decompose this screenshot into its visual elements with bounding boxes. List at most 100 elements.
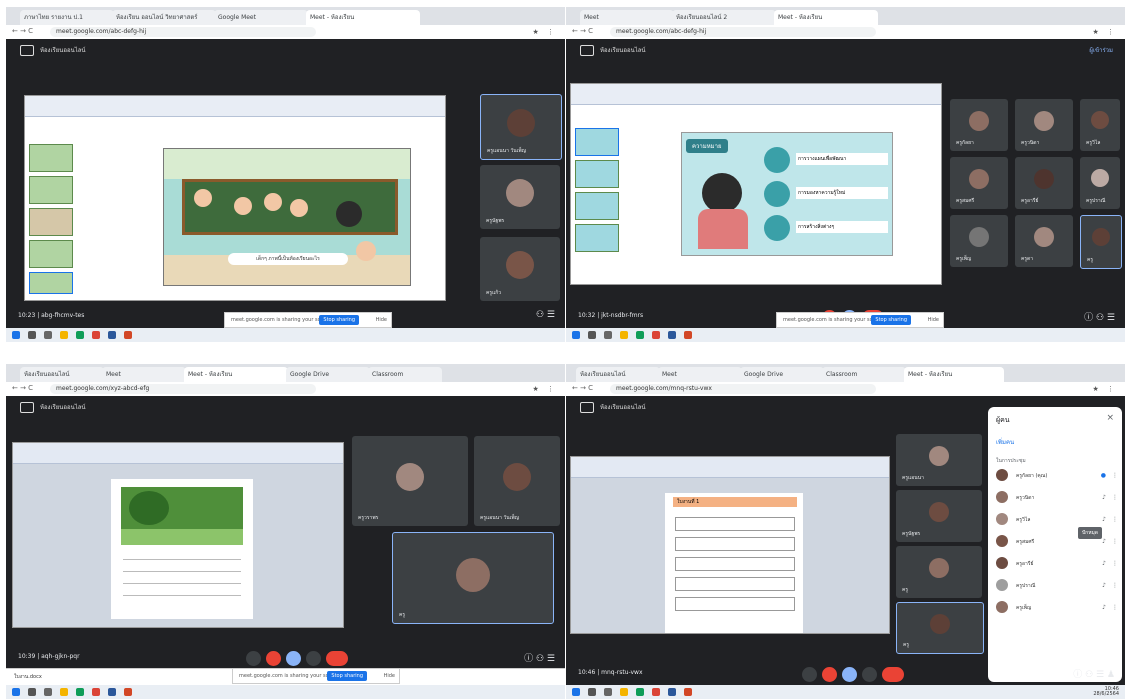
people-icon[interactable]: ⓘ ⚇ ☰ bbox=[1084, 310, 1115, 323]
powerpoint-icon[interactable] bbox=[124, 688, 132, 696]
participant-tile[interactable]: ครูเพ็ญ bbox=[950, 215, 1008, 267]
mic-icon[interactable]: ♪ bbox=[1102, 494, 1106, 501]
word-icon[interactable] bbox=[668, 331, 676, 339]
url-field[interactable]: meet.google.com/abc-defg-hij bbox=[50, 27, 316, 37]
folder-icon[interactable] bbox=[620, 688, 628, 696]
chrome-icon[interactable] bbox=[92, 331, 100, 339]
more-vert-icon[interactable]: ⋮ bbox=[1112, 604, 1118, 611]
mic-icon[interactable]: ♪ bbox=[1102, 560, 1106, 567]
browser-tab[interactable]: Classroom bbox=[822, 367, 906, 382]
participant-tile[interactable]: ครูนัฐพร bbox=[896, 490, 982, 542]
browser-tab[interactable]: Meet bbox=[102, 367, 186, 382]
options-button[interactable] bbox=[862, 667, 877, 682]
browser-tab-active[interactable]: Meet - ห้องเรียน bbox=[184, 367, 288, 382]
participant-tile[interactable]: ครูอารีย์ bbox=[1015, 157, 1073, 209]
participant-tile[interactable]: ครูแอนนา วันเพ็ญ bbox=[480, 94, 562, 160]
nav-arrows-icon[interactable]: ← → C bbox=[572, 27, 593, 35]
edge-icon[interactable] bbox=[76, 688, 84, 696]
browser-tab[interactable]: Google Drive bbox=[740, 367, 824, 382]
participant-tile[interactable]: ครูกัลยา bbox=[950, 99, 1008, 151]
start-icon[interactable] bbox=[572, 331, 580, 339]
mic-icon[interactable]: ♪ bbox=[1102, 516, 1106, 523]
leave-call-button[interactable] bbox=[882, 667, 904, 682]
mic-off-button[interactable] bbox=[822, 667, 837, 682]
more-vert-icon[interactable]: ⋮ bbox=[1112, 472, 1118, 479]
powerpoint-icon[interactable] bbox=[684, 331, 692, 339]
slide-thumb[interactable] bbox=[29, 176, 73, 204]
more-vert-icon[interactable]: ⋮ bbox=[1112, 582, 1118, 589]
participant-row[interactable]: ครูวนิดา ♪ ⋮ bbox=[996, 491, 1120, 505]
edge-icon[interactable] bbox=[636, 331, 644, 339]
more-button[interactable] bbox=[246, 651, 261, 666]
browser-tab-active[interactable]: Meet - ห้องเรียน bbox=[774, 10, 878, 25]
search-icon[interactable] bbox=[588, 331, 596, 339]
participant-tile[interactable]: ครู bbox=[896, 602, 984, 654]
chrome-icon[interactable] bbox=[652, 331, 660, 339]
browser-tab[interactable]: Meet bbox=[658, 367, 742, 382]
participant-row[interactable]: ครูปราณี ♪ ⋮ bbox=[996, 579, 1120, 593]
participant-row[interactable]: ครูเพ็ญ ♪ ⋮ bbox=[996, 601, 1120, 615]
participant-row[interactable]: ครูวิไล ♪ ⋮ bbox=[996, 513, 1120, 527]
chrome-icon[interactable] bbox=[652, 688, 660, 696]
browser-tab[interactable]: ห้องเรียน ออนไลน์ วิทยาศาสตร์ bbox=[112, 10, 216, 25]
url-field[interactable]: meet.google.com/xyz-abcd-efg bbox=[50, 384, 316, 394]
stop-sharing-button[interactable]: Stop sharing bbox=[319, 315, 359, 325]
close-icon[interactable]: × bbox=[1106, 413, 1114, 423]
more-vert-icon[interactable]: ⋮ bbox=[1112, 560, 1118, 567]
start-icon[interactable] bbox=[12, 331, 20, 339]
mic-icon[interactable]: ♪ bbox=[1102, 604, 1106, 611]
nav-arrows-icon[interactable]: ← → C bbox=[12, 384, 33, 392]
browser-tab-active[interactable]: Meet - ห้องเรียน bbox=[904, 367, 1004, 382]
nav-arrows-icon[interactable]: ← → C bbox=[12, 27, 33, 35]
browser-actions-icon[interactable]: ★ ⋮ bbox=[1092, 28, 1117, 36]
browser-tab-active[interactable]: Meet - ห้องเรียน bbox=[306, 10, 420, 25]
people-icon[interactable]: ⚇ ☰ bbox=[536, 310, 555, 320]
more-vert-icon[interactable]: ⋮ bbox=[1112, 538, 1118, 545]
slide-thumb-selected[interactable] bbox=[29, 272, 73, 294]
browser-tab[interactable]: Google Meet bbox=[214, 10, 308, 25]
mic-icon[interactable]: ♪ bbox=[1102, 582, 1106, 589]
slide-thumb[interactable] bbox=[29, 208, 73, 236]
slide-thumb[interactable] bbox=[29, 240, 73, 268]
slide-thumb[interactable] bbox=[575, 128, 619, 156]
hide-button[interactable]: Hide bbox=[928, 313, 939, 327]
participant-tile[interactable]: ครูแอนนา วันเพ็ญ bbox=[474, 436, 560, 526]
participant-tile[interactable]: ครูนัฐพร bbox=[480, 165, 560, 229]
add-people-button[interactable]: เพิ่มคน bbox=[996, 437, 1014, 447]
browser-tab[interactable]: ห้องเรียนออนไลน์ bbox=[576, 367, 660, 382]
people-icon[interactable]: ⓘ ⚇ ☰ bbox=[524, 651, 555, 664]
stop-sharing-button[interactable]: Stop sharing bbox=[871, 315, 911, 325]
more-vert-icon[interactable]: ⋮ bbox=[1112, 494, 1118, 501]
url-field[interactable]: meet.google.com/abc-defg-hij bbox=[610, 27, 876, 37]
slide-thumb[interactable] bbox=[575, 192, 619, 220]
hide-button[interactable]: Hide bbox=[384, 669, 395, 683]
more-vert-icon[interactable]: ⋮ bbox=[1112, 516, 1118, 523]
browser-tab[interactable]: Classroom bbox=[368, 367, 442, 382]
browser-actions-icon[interactable]: ★ ⋮ bbox=[1092, 385, 1117, 393]
taskview-icon[interactable] bbox=[44, 688, 52, 696]
browser-tab[interactable]: ภาษาไทย รายงาน ป.1 bbox=[20, 10, 114, 25]
powerpoint-icon[interactable] bbox=[684, 688, 692, 696]
url-field[interactable]: meet.google.com/mnq-rstu-vwx bbox=[610, 384, 876, 394]
folder-icon[interactable] bbox=[60, 688, 68, 696]
more-button[interactable] bbox=[802, 667, 817, 682]
present-button[interactable] bbox=[286, 651, 301, 666]
options-button[interactable] bbox=[306, 651, 321, 666]
folder-icon[interactable] bbox=[60, 331, 68, 339]
participant-tile[interactable]: ครูวิไล bbox=[1080, 99, 1120, 151]
participant-tile[interactable]: ครูดา bbox=[1015, 215, 1073, 267]
mic-off-button[interactable] bbox=[266, 651, 281, 666]
participant-tile[interactable]: ครู bbox=[392, 532, 554, 624]
taskview-icon[interactable] bbox=[44, 331, 52, 339]
word-icon[interactable] bbox=[668, 688, 676, 696]
participant-tile[interactable]: ครูวนิดา bbox=[1015, 99, 1073, 151]
mic-icon[interactable]: ● bbox=[1101, 472, 1106, 479]
search-icon[interactable] bbox=[28, 331, 36, 339]
search-icon[interactable] bbox=[588, 688, 596, 696]
participant-tile[interactable]: ครูแก้ว bbox=[480, 237, 560, 301]
browser-actions-icon[interactable]: ★ ⋮ bbox=[532, 385, 557, 393]
participant-row[interactable]: ครูสมศรี ♪ ⋮ bbox=[996, 535, 1120, 549]
browser-tab[interactable]: ห้องเรียนออนไลน์ 2 bbox=[672, 10, 776, 25]
download-item[interactable]: ใบงาน.docx bbox=[14, 673, 42, 681]
participant-tile[interactable]: ครูแอนนา bbox=[896, 434, 982, 486]
